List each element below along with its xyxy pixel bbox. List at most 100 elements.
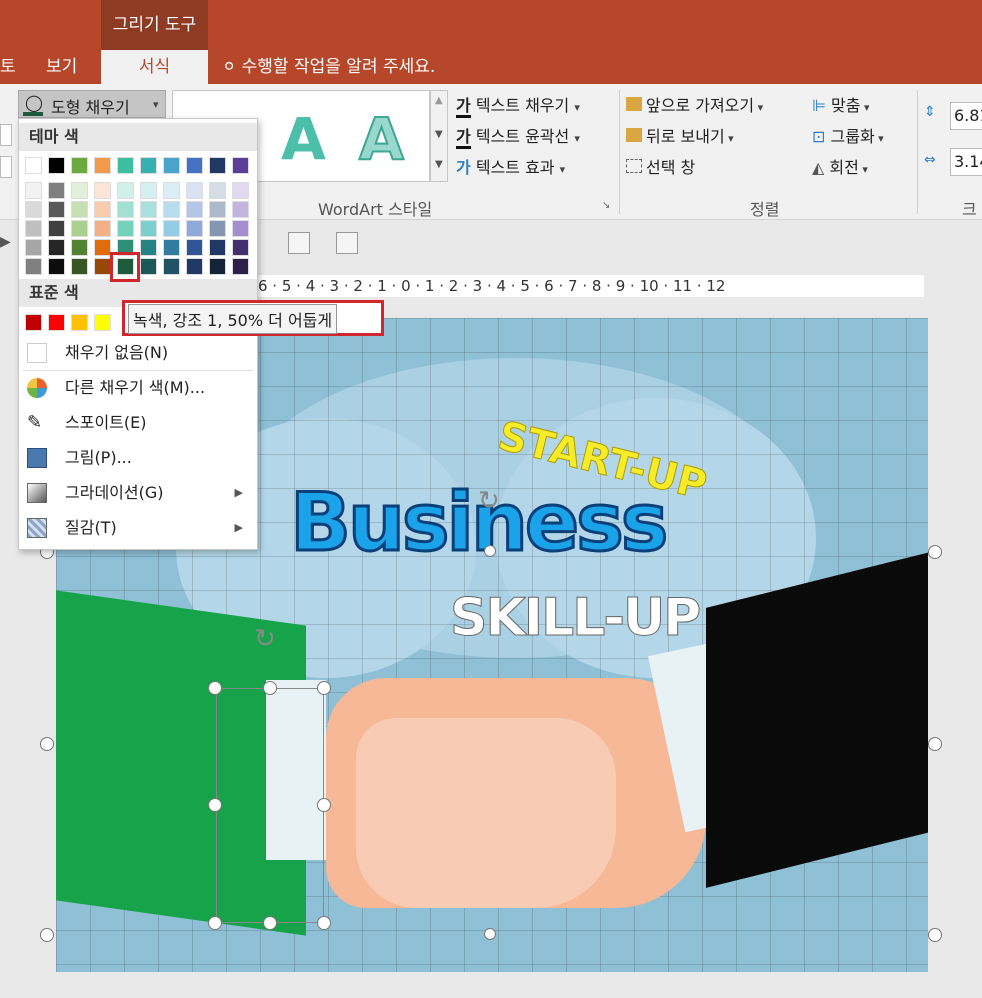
standard-color-swatch[interactable]: [94, 314, 111, 331]
theme-color-swatch[interactable]: [186, 182, 203, 199]
standard-color-swatch[interactable]: [71, 314, 88, 331]
theme-color-swatch[interactable]: [71, 201, 88, 218]
align-button[interactable]: ⊫ 맞춤 ▾: [812, 92, 870, 116]
tab-view[interactable]: 보기: [46, 50, 77, 84]
tell-me-box[interactable]: ⚪ 수행할 작업을 알려 주세요.: [222, 50, 435, 84]
theme-color-swatch[interactable]: [48, 239, 65, 256]
theme-color-swatch[interactable]: [232, 157, 249, 174]
wordart-style-2[interactable]: A: [358, 104, 405, 174]
theme-color-swatch[interactable]: [48, 182, 65, 199]
rotate-button[interactable]: ◭ 회전 ▾: [812, 154, 868, 178]
theme-color-swatch[interactable]: [163, 201, 180, 218]
more-icon[interactable]: ▼: [435, 159, 443, 170]
scroll-up-icon[interactable]: ▲: [435, 95, 443, 106]
theme-color-swatch[interactable]: [48, 220, 65, 237]
scroll-down-icon[interactable]: ▼: [435, 129, 443, 140]
theme-color-swatch[interactable]: [48, 201, 65, 218]
theme-color-swatch[interactable]: [25, 239, 42, 256]
theme-color-swatch[interactable]: [186, 239, 203, 256]
theme-color-swatch[interactable]: [232, 182, 249, 199]
theme-color-swatch[interactable]: [25, 182, 42, 199]
resize-handle[interactable]: [208, 681, 222, 695]
theme-color-swatch[interactable]: [94, 239, 111, 256]
selection-pane-button[interactable]: 선택 창: [626, 154, 695, 178]
theme-color-swatch[interactable]: [94, 157, 111, 174]
theme-color-swatch[interactable]: [117, 157, 134, 174]
theme-color-swatch[interactable]: [94, 220, 111, 237]
theme-color-swatch[interactable]: [25, 201, 42, 218]
theme-color-swatch[interactable]: [117, 201, 134, 218]
theme-color-swatch[interactable]: [71, 182, 88, 199]
tab-format[interactable]: 서식: [101, 50, 208, 86]
theme-color-swatch[interactable]: [25, 157, 42, 174]
theme-color-swatch[interactable]: [163, 239, 180, 256]
theme-color-swatch[interactable]: [232, 258, 249, 275]
theme-color-swatch[interactable]: [209, 157, 226, 174]
text-fill-button[interactable]: 가 텍스트 채우기 ▾: [456, 92, 580, 118]
resize-handle[interactable]: [484, 545, 496, 557]
shape-fill-button[interactable]: ◯ 도형 채우기 ▾: [18, 90, 166, 118]
theme-color-swatch[interactable]: [209, 220, 226, 237]
theme-color-swatch[interactable]: [209, 258, 226, 275]
group-button[interactable]: ⊡ 그룹화 ▾: [812, 123, 884, 147]
partial-dropdown[interactable]: [0, 124, 12, 146]
theme-color-swatch[interactable]: [48, 157, 65, 174]
theme-color-swatch[interactable]: [94, 182, 111, 199]
dialog-launcher-icon[interactable]: ↘: [602, 200, 610, 211]
no-fill-item[interactable]: 채우기 없음(N): [19, 336, 257, 370]
theme-color-swatch[interactable]: [48, 258, 65, 275]
width-input[interactable]: 3.14: [950, 148, 982, 176]
resize-handle[interactable]: [263, 681, 277, 695]
theme-color-swatch[interactable]: [25, 258, 42, 275]
play-icon[interactable]: ▶: [0, 234, 11, 250]
view-icon[interactable]: [336, 232, 358, 254]
theme-color-swatch[interactable]: [140, 220, 157, 237]
theme-color-swatch[interactable]: [232, 201, 249, 218]
resize-handle[interactable]: [317, 681, 331, 695]
resize-handle[interactable]: [928, 545, 942, 559]
partial-dropdown[interactable]: [0, 156, 12, 178]
theme-color-swatch[interactable]: [140, 157, 157, 174]
skill-up-text[interactable]: SKILL-UP: [449, 588, 701, 649]
theme-color-swatch[interactable]: [140, 239, 157, 256]
theme-color-swatch[interactable]: [117, 182, 134, 199]
theme-color-swatch[interactable]: [186, 157, 203, 174]
theme-color-swatch[interactable]: [186, 201, 203, 218]
tab-review[interactable]: 토: [0, 50, 16, 84]
resize-handle[interactable]: [208, 916, 222, 930]
theme-color-swatch[interactable]: [163, 220, 180, 237]
theme-color-swatch[interactable]: [209, 239, 226, 256]
resize-handle[interactable]: [928, 737, 942, 751]
gallery-scroll[interactable]: ▲ ▼ ▼: [430, 90, 448, 182]
theme-color-swatch[interactable]: [163, 258, 180, 275]
text-outline-button[interactable]: 가 텍스트 윤곽선 ▾: [456, 123, 580, 149]
theme-color-swatch[interactable]: [163, 157, 180, 174]
resize-handle[interactable]: [40, 737, 54, 751]
resize-handle[interactable]: [40, 928, 54, 942]
height-input[interactable]: 6.81: [950, 102, 982, 130]
eyedropper-item[interactable]: ✎ 스포이트(E): [19, 406, 257, 440]
theme-color-swatch[interactable]: [117, 220, 134, 237]
resize-handle[interactable]: [208, 798, 222, 812]
wordart-style-1[interactable]: A: [281, 105, 326, 173]
theme-color-swatch[interactable]: [140, 201, 157, 218]
theme-color-swatch[interactable]: [71, 258, 88, 275]
theme-color-swatch[interactable]: [94, 258, 111, 275]
standard-color-swatch[interactable]: [25, 314, 42, 331]
resize-handle[interactable]: [317, 798, 331, 812]
resize-handle[interactable]: [263, 916, 277, 930]
text-effects-button[interactable]: 가 텍스트 효과 ▾: [456, 154, 565, 178]
theme-color-swatch[interactable]: [140, 258, 157, 275]
theme-color-swatch[interactable]: [94, 201, 111, 218]
theme-color-swatch[interactable]: [232, 220, 249, 237]
theme-color-swatch[interactable]: [186, 258, 203, 275]
picture-item[interactable]: 그림(P)...: [19, 441, 257, 475]
theme-color-swatch[interactable]: [71, 220, 88, 237]
theme-color-swatch[interactable]: [209, 182, 226, 199]
theme-color-swatch[interactable]: [186, 220, 203, 237]
resize-handle[interactable]: [928, 928, 942, 942]
gradient-item[interactable]: 그라데이션(G) ▶: [19, 476, 257, 510]
resize-handle[interactable]: [484, 928, 496, 940]
view-icon[interactable]: [288, 232, 310, 254]
resize-handle[interactable]: [317, 916, 331, 930]
